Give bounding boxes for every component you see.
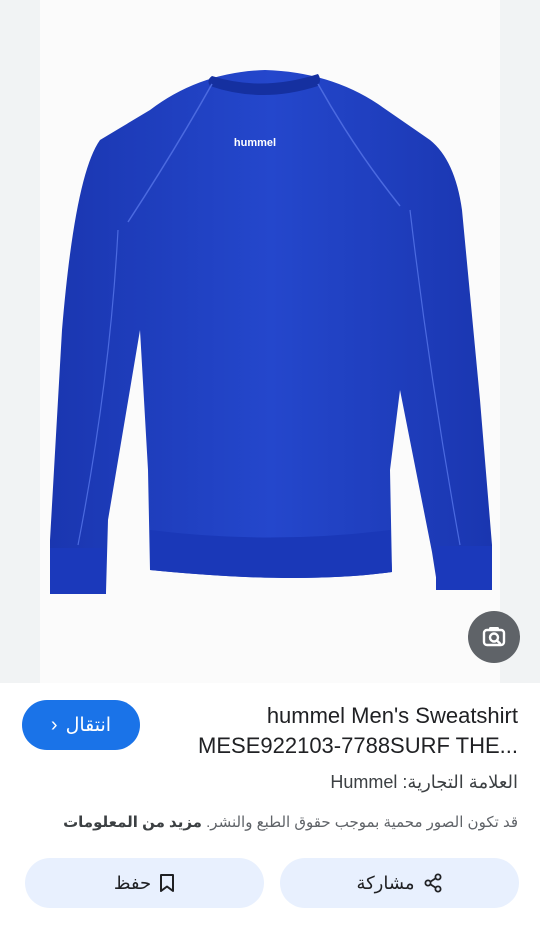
product-title[interactable]: hummel Men's Sweatshirt MESE922103-7788S…: [178, 701, 518, 761]
product-title-line2: MESE922103-7788SURF THE...: [198, 733, 518, 758]
brand-value: Hummel: [330, 772, 398, 792]
visit-button-label: انتقال: [65, 714, 112, 736]
more-info-link[interactable]: مزيد من المعلومات: [63, 814, 202, 831]
brand-row: العلامة التجارية: Hummel: [330, 772, 518, 793]
brand-logo: hummel: [234, 137, 276, 149]
chevron-right-icon: ›: [50, 714, 58, 736]
share-label: مشاركة: [356, 872, 415, 893]
copyright-notice: قد تكون الصور محمية بموجب حقوق الطبع وال…: [18, 813, 518, 831]
save-label: حفظ: [113, 872, 152, 893]
image-viewer: hummel: [0, 0, 540, 683]
share-button[interactable]: مشاركة: [280, 858, 519, 908]
bookmark-icon: [160, 874, 175, 892]
copyright-text: قد تكون الصور محمية بموجب حقوق الطبع وال…: [206, 814, 518, 831]
lens-search-button[interactable]: [468, 611, 520, 663]
lens-search-icon: [482, 627, 506, 647]
save-button[interactable]: حفظ: [25, 858, 264, 908]
visit-button[interactable]: › انتقال: [22, 700, 140, 750]
product-image[interactable]: hummel: [0, 0, 540, 683]
brand-label: العلامة التجارية: [407, 772, 518, 792]
share-icon: [424, 873, 442, 893]
product-title-line1: hummel Men's Sweatshirt: [266, 703, 518, 728]
result-info-panel: › انتقال hummel Men's Sweatshirt MESE922…: [0, 683, 540, 930]
